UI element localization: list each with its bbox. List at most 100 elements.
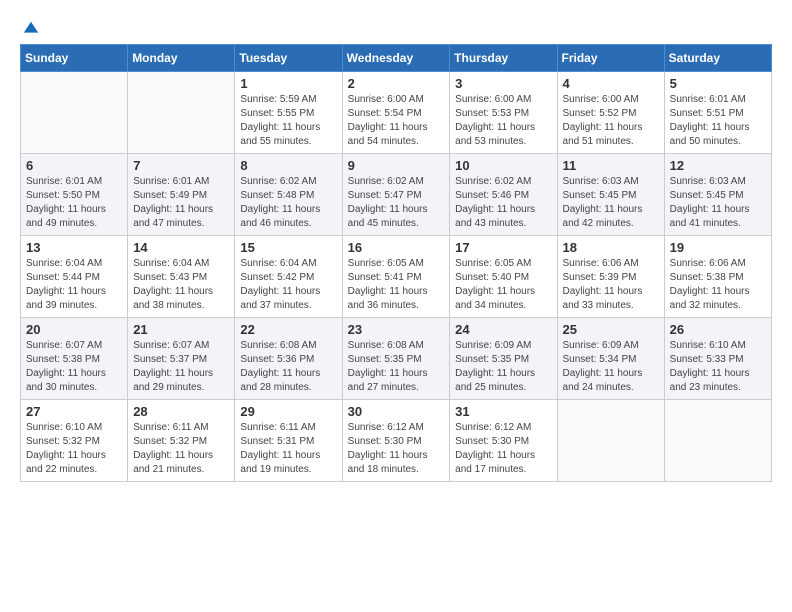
day-number: 18 — [563, 240, 659, 255]
day-info: Sunrise: 6:12 AMSunset: 5:30 PMDaylight:… — [348, 421, 445, 477]
calendar-week-row: 27 Sunrise: 6:10 AMSunset: 5:32 PMDayligh… — [21, 400, 772, 482]
day-number: 10 — [455, 158, 551, 173]
calendar-week-row: 6 Sunrise: 6:01 AMSunset: 5:50 PMDaylight… — [21, 154, 772, 236]
day-number: 21 — [133, 322, 229, 337]
day-info: Sunrise: 6:09 AMSunset: 5:35 PMDaylight:… — [455, 339, 551, 395]
calendar-cell: 25 Sunrise: 6:09 AMSunset: 5:34 PMDayligh… — [557, 318, 664, 400]
day-number: 12 — [670, 158, 766, 173]
day-number: 27 — [26, 404, 122, 419]
day-number: 13 — [26, 240, 122, 255]
logo-icon — [22, 20, 40, 38]
calendar-cell: 23 Sunrise: 6:08 AMSunset: 5:35 PMDayligh… — [342, 318, 450, 400]
column-header-thursday: Thursday — [450, 45, 557, 72]
calendar-week-row: 20 Sunrise: 6:07 AMSunset: 5:38 PMDayligh… — [21, 318, 772, 400]
day-info: Sunrise: 6:00 AMSunset: 5:52 PMDaylight:… — [563, 93, 659, 149]
day-number: 8 — [240, 158, 336, 173]
calendar-cell: 10Sunrise: 6:02 AMSunset: 5:46 PMDayligh… — [450, 154, 557, 236]
calendar-cell: 27 Sunrise: 6:10 AMSunset: 5:32 PMDayligh… — [21, 400, 128, 482]
day-number: 29 — [240, 404, 336, 419]
calendar-cell: 31Sunrise: 6:12 AMSunset: 5:30 PMDayligh… — [450, 400, 557, 482]
day-info: Sunrise: 6:02 AMSunset: 5:47 PMDaylight:… — [348, 175, 445, 231]
calendar-cell: 24 Sunrise: 6:09 AMSunset: 5:35 PMDayligh… — [450, 318, 557, 400]
day-info: Sunrise: 6:03 AMSunset: 5:45 PMDaylight:… — [563, 175, 659, 231]
day-info: Sunrise: 6:03 AMSunset: 5:45 PMDaylight:… — [670, 175, 766, 231]
calendar-week-row: 1 Sunrise: 5:59 AMSunset: 5:55 PMDaylight… — [21, 72, 772, 154]
day-info: Sunrise: 6:07 AMSunset: 5:38 PMDaylight:… — [26, 339, 122, 395]
day-number: 22 — [240, 322, 336, 337]
day-info: Sunrise: 6:02 AMSunset: 5:48 PMDaylight:… — [240, 175, 336, 231]
calendar-cell: 13 Sunrise: 6:04 AMSunset: 5:44 PMDayligh… — [21, 236, 128, 318]
day-number: 14 — [133, 240, 229, 255]
day-info: Sunrise: 6:04 AMSunset: 5:43 PMDaylight:… — [133, 257, 229, 313]
column-header-wednesday: Wednesday — [342, 45, 450, 72]
calendar-cell — [557, 400, 664, 482]
calendar-cell: 22 Sunrise: 6:08 AMSunset: 5:36 PMDayligh… — [235, 318, 342, 400]
day-number: 20 — [26, 322, 122, 337]
day-number: 26 — [670, 322, 766, 337]
day-info: Sunrise: 6:01 AMSunset: 5:50 PMDaylight:… — [26, 175, 122, 231]
calendar-cell — [128, 72, 235, 154]
calendar-cell: 18 Sunrise: 6:06 AMSunset: 5:39 PMDayligh… — [557, 236, 664, 318]
day-info: Sunrise: 6:09 AMSunset: 5:34 PMDaylight:… — [563, 339, 659, 395]
calendar-cell: 17Sunrise: 6:05 AMSunset: 5:40 PMDayligh… — [450, 236, 557, 318]
day-number: 1 — [240, 76, 336, 91]
calendar-cell: 5 Sunrise: 6:01 AMSunset: 5:51 PMDaylight… — [664, 72, 771, 154]
day-info: Sunrise: 6:11 AMSunset: 5:32 PMDaylight:… — [133, 421, 229, 477]
day-info: Sunrise: 5:59 AMSunset: 5:55 PMDaylight:… — [240, 93, 336, 149]
column-header-saturday: Saturday — [664, 45, 771, 72]
calendar-cell: 1 Sunrise: 5:59 AMSunset: 5:55 PMDaylight… — [235, 72, 342, 154]
day-number: 31 — [455, 404, 551, 419]
day-info: Sunrise: 6:10 AMSunset: 5:32 PMDaylight:… — [26, 421, 122, 477]
day-info: Sunrise: 6:08 AMSunset: 5:35 PMDaylight:… — [348, 339, 445, 395]
calendar-header-row: SundayMondayTuesdayWednesdayThursdayFrid… — [21, 45, 772, 72]
day-info: Sunrise: 6:04 AMSunset: 5:42 PMDaylight:… — [240, 257, 336, 313]
calendar-cell: 21 Sunrise: 6:07 AMSunset: 5:37 PMDayligh… — [128, 318, 235, 400]
day-number: 7 — [133, 158, 229, 173]
page-header — [20, 20, 772, 34]
calendar-cell — [21, 72, 128, 154]
logo — [20, 20, 40, 34]
day-number: 15 — [240, 240, 336, 255]
day-number: 19 — [670, 240, 766, 255]
day-number: 5 — [670, 76, 766, 91]
day-number: 23 — [348, 322, 445, 337]
day-number: 30 — [348, 404, 445, 419]
day-info: Sunrise: 6:07 AMSunset: 5:37 PMDaylight:… — [133, 339, 229, 395]
day-number: 25 — [563, 322, 659, 337]
calendar-cell: 3 Sunrise: 6:00 AMSunset: 5:53 PMDaylight… — [450, 72, 557, 154]
calendar-cell: 26 Sunrise: 6:10 AMSunset: 5:33 PMDayligh… — [664, 318, 771, 400]
day-info: Sunrise: 6:06 AMSunset: 5:39 PMDaylight:… — [563, 257, 659, 313]
calendar-cell: 19 Sunrise: 6:06 AMSunset: 5:38 PMDayligh… — [664, 236, 771, 318]
day-info: Sunrise: 6:00 AMSunset: 5:53 PMDaylight:… — [455, 93, 551, 149]
calendar-cell: 4 Sunrise: 6:00 AMSunset: 5:52 PMDaylight… — [557, 72, 664, 154]
calendar-cell: 16Sunrise: 6:05 AMSunset: 5:41 PMDayligh… — [342, 236, 450, 318]
column-header-friday: Friday — [557, 45, 664, 72]
calendar-cell — [664, 400, 771, 482]
day-number: 24 — [455, 322, 551, 337]
calendar-cell: 28Sunrise: 6:11 AMSunset: 5:32 PMDayligh… — [128, 400, 235, 482]
calendar-cell: 15 Sunrise: 6:04 AMSunset: 5:42 PMDayligh… — [235, 236, 342, 318]
calendar-week-row: 13 Sunrise: 6:04 AMSunset: 5:44 PMDayligh… — [21, 236, 772, 318]
day-number: 11 — [563, 158, 659, 173]
day-info: Sunrise: 6:11 AMSunset: 5:31 PMDaylight:… — [240, 421, 336, 477]
column-header-tuesday: Tuesday — [235, 45, 342, 72]
column-header-sunday: Sunday — [21, 45, 128, 72]
day-number: 4 — [563, 76, 659, 91]
calendar-cell: 30 Sunrise: 6:12 AMSunset: 5:30 PMDayligh… — [342, 400, 450, 482]
day-info: Sunrise: 6:08 AMSunset: 5:36 PMDaylight:… — [240, 339, 336, 395]
day-number: 6 — [26, 158, 122, 173]
day-info: Sunrise: 6:10 AMSunset: 5:33 PMDaylight:… — [670, 339, 766, 395]
day-info: Sunrise: 6:00 AMSunset: 5:54 PMDaylight:… — [348, 93, 445, 149]
calendar-table: SundayMondayTuesdayWednesdayThursdayFrid… — [20, 44, 772, 482]
calendar-cell: 7 Sunrise: 6:01 AMSunset: 5:49 PMDaylight… — [128, 154, 235, 236]
day-info: Sunrise: 6:05 AMSunset: 5:40 PMDaylight:… — [455, 257, 551, 313]
day-info: Sunrise: 6:01 AMSunset: 5:51 PMDaylight:… — [670, 93, 766, 149]
calendar-cell: 20 Sunrise: 6:07 AMSunset: 5:38 PMDayligh… — [21, 318, 128, 400]
calendar-cell: 8 Sunrise: 6:02 AMSunset: 5:48 PMDaylight… — [235, 154, 342, 236]
calendar-cell: 6 Sunrise: 6:01 AMSunset: 5:50 PMDaylight… — [21, 154, 128, 236]
day-number: 3 — [455, 76, 551, 91]
day-number: 16 — [348, 240, 445, 255]
day-info: Sunrise: 6:04 AMSunset: 5:44 PMDaylight:… — [26, 257, 122, 313]
day-info: Sunrise: 6:06 AMSunset: 5:38 PMDaylight:… — [670, 257, 766, 313]
day-info: Sunrise: 6:01 AMSunset: 5:49 PMDaylight:… — [133, 175, 229, 231]
